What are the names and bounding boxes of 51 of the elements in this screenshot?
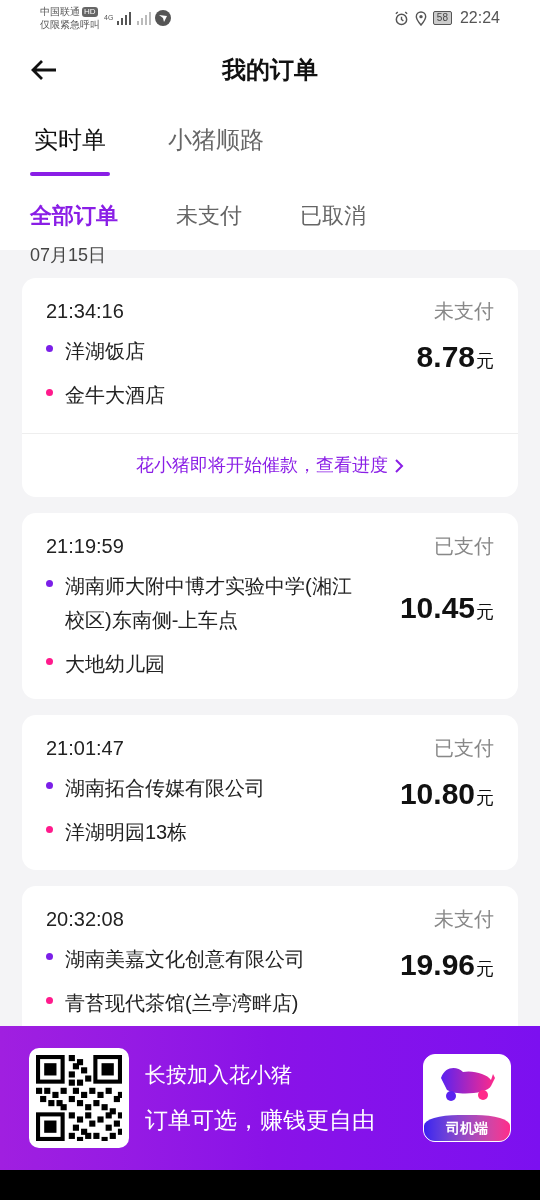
tab[interactable]: 小猪顺路	[168, 122, 264, 176]
order-card[interactable]: 20:32:08 湖南美嘉文化创意有限公司 青苔现代茶馆(兰亭湾畔店) 未支付 19.96元	[22, 886, 518, 1026]
stop-address: 洋湖明园13栋	[65, 820, 188, 845]
order-time: 21:01:47	[46, 736, 125, 761]
alarm-icon	[393, 10, 409, 26]
payment-status: 未支付	[434, 299, 494, 324]
order-time: 20:32:08	[46, 907, 125, 932]
stop-address: 湖南师大附中博才实验中学(湘江校区)东南侧-上车点	[65, 574, 353, 633]
payment-status: 已支付	[434, 736, 494, 761]
hd-badge: HD	[82, 6, 98, 17]
currency-unit: 元	[476, 958, 494, 981]
fare-amount: 8.78	[416, 339, 475, 375]
order-card[interactable]: 21:19:59 湖南师大附中博才实验中学(湘江校区)东南侧-上车点 大地幼儿园 已支付 10.45元	[22, 513, 518, 699]
payment-progress-link[interactable]: 花小猪即将开始催款，查看进度	[22, 433, 518, 497]
order-time: 21:19:59	[46, 534, 125, 559]
stop-address: 湖南拓合传媒有限公司	[65, 776, 265, 801]
clock-time: 22:24	[459, 8, 500, 28]
stop-address: 湖南美嘉文化创意有限公司	[65, 947, 305, 972]
page-title: 我的订单	[222, 55, 318, 85]
stop-address: 金牛大酒店	[65, 383, 165, 408]
stop-address: 大地幼儿园	[65, 652, 165, 677]
payment-status: 未支付	[434, 907, 494, 932]
filter-tab[interactable]: 全部订单	[30, 198, 118, 232]
app-label: 司机端	[424, 1115, 510, 1141]
battery-indicator: 58	[432, 11, 452, 25]
location-icon	[414, 10, 427, 26]
fare-amount: 10.80	[399, 776, 475, 812]
carrier-name: 中国联通	[40, 5, 80, 18]
promo-text: 长按加入花小猪	[145, 1062, 293, 1088]
filter-tab[interactable]: 已取消	[300, 198, 366, 232]
app-notification-icon	[155, 10, 172, 26]
currency-unit: 元	[476, 350, 494, 373]
filter-tab[interactable]: 未支付	[176, 198, 242, 232]
order-card[interactable]: 21:01:47 湖南拓合传媒有限公司 洋湖明园13栋 已支付 10.80元	[22, 715, 518, 870]
promo-text: 订单可选，赚钱更自由	[145, 1105, 376, 1135]
payment-status: 已支付	[434, 534, 494, 559]
signal-icon	[117, 11, 152, 25]
back-arrow-icon	[30, 59, 58, 81]
emergency-text: 仅限紧急呼叫	[40, 18, 100, 31]
stop-address: 洋湖饭店	[65, 339, 145, 364]
app-icon[interactable]: 司机端	[423, 1054, 511, 1142]
currency-unit: 元	[476, 787, 494, 810]
chevron-right-icon	[394, 457, 404, 474]
order-time: 21:34:16	[46, 299, 125, 324]
currency-unit: 元	[476, 600, 494, 624]
tab[interactable]: 实时单	[30, 122, 110, 176]
fare-amount: 10.45	[399, 589, 475, 626]
date-header: 07月15日	[29, 244, 108, 266]
order-card[interactable]: 21:34:16 洋湖饭店 金牛大酒店 未支付 8.78元 花小猪即将开始催款，查看进度	[22, 278, 518, 497]
stop-address: 青苔现代茶馆(兰亭湾畔店)	[65, 991, 299, 1016]
fare-amount: 19.96	[399, 947, 475, 983]
